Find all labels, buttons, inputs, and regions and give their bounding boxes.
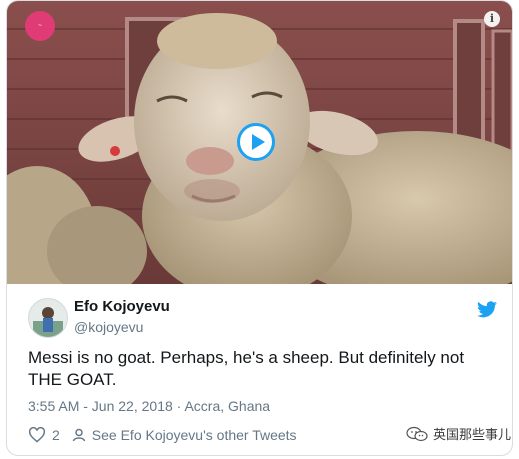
tweet-timestamp[interactable]: 3:55 AM - Jun 22, 2018 [28,398,173,414]
channel-logo: ~ [25,11,55,41]
avatar[interactable] [28,298,68,338]
tweet-meta: 3:55 AM - Jun 22, 2018 · Accra, Ghana [28,398,270,414]
tweet-video-thumbnail[interactable]: ~ i [7,1,512,284]
profile-icon [72,428,86,442]
watermark-text: 英国那些事儿 [432,428,511,443]
info-icon[interactable]: i [484,11,500,27]
tweet-location[interactable]: Accra, Ghana [184,398,270,414]
play-icon[interactable] [237,123,275,161]
meta-separator: · [176,398,182,414]
author-handle[interactable]: @kojoyevu [74,319,143,335]
other-tweets-link[interactable]: See Efo Kojoyevu's other Tweets [92,427,297,443]
tweet-text: Messi is no goat. Perhaps, he's a sheep.… [28,348,465,389]
wechat-icon [406,426,428,441]
avatar-image [29,299,67,337]
like-count[interactable]: 2 [52,427,60,443]
twitter-bird-icon[interactable] [477,301,497,318]
author-name[interactable]: Efo Kojoyevu [74,298,170,315]
embedded-tweet-card: ~ i Efo Kojoyevu @kojoyevu Messi is no g… [6,0,513,456]
wechat-watermark: 英国那些事儿 [406,424,511,443]
heart-icon[interactable] [28,427,46,443]
tweet-actions: 2 See Efo Kojoyevu's other Tweets [28,425,297,445]
